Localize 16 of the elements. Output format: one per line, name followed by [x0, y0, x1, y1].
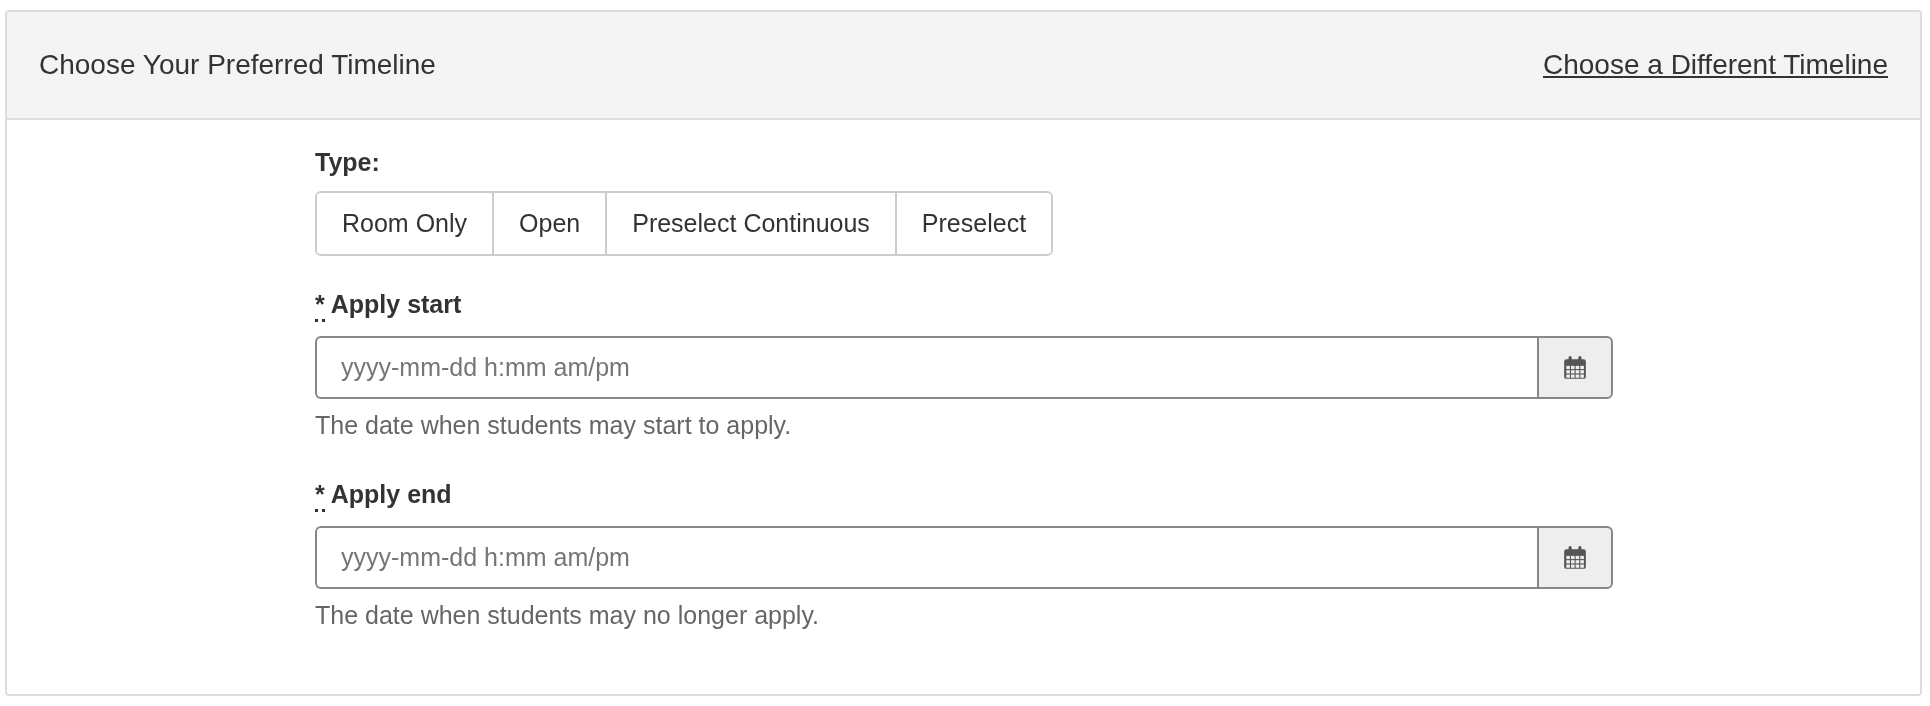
calendar-button[interactable]	[1537, 336, 1613, 399]
required-mark: *	[315, 290, 325, 322]
type-label: Type:	[315, 148, 380, 177]
card-title: Choose Your Preferred Timeline	[39, 49, 436, 81]
required-mark: *	[315, 480, 325, 512]
date-input-field[interactable]: yyyy-mm-dd h:mm am/pm	[315, 526, 1537, 589]
date-input-field[interactable]: yyyy-mm-dd h:mm am/pm	[315, 336, 1537, 399]
help-text: The date when students may no longer apply.	[315, 601, 821, 630]
field-label: Apply start	[330, 290, 462, 319]
calendar-icon	[1562, 544, 1588, 571]
help-text: The date when students may start to apply.	[315, 411, 793, 440]
field-label: Apply end	[330, 480, 452, 509]
type-option-button[interactable]: Room Only	[317, 193, 495, 254]
calendar-button[interactable]	[1537, 526, 1613, 589]
calendar-icon	[1562, 354, 1588, 381]
different-timeline-link[interactable]: Choose a Different Timeline	[1543, 49, 1888, 81]
